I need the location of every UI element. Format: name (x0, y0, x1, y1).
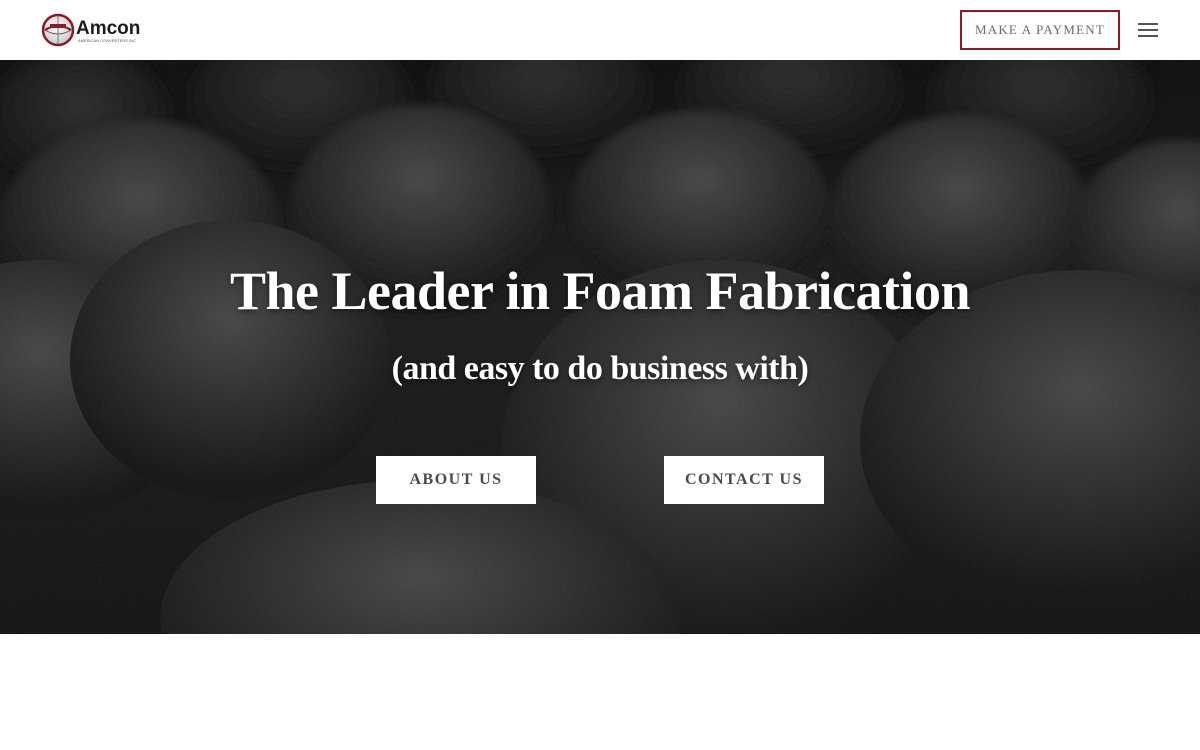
menu-bar (1138, 35, 1158, 37)
hero-section: The Leader in Foam Fabrication (and easy… (0, 60, 1200, 634)
svg-text:Amcon: Amcon (76, 18, 140, 39)
menu-bar (1138, 23, 1158, 25)
svg-text:AMERICAN CONVERTERS INC: AMERICAN CONVERTERS INC (78, 38, 136, 43)
menu-bar (1138, 29, 1158, 31)
next-section-edge (0, 740, 1200, 750)
hero-content: The Leader in Foam Fabrication (and easy… (0, 60, 1200, 634)
about-us-button[interactable]: ABOUT US (376, 456, 536, 504)
contact-us-button[interactable]: CONTACT US (664, 456, 824, 504)
hero-subtitle: (and easy to do business with) (391, 350, 809, 387)
hero-title: The Leader in Foam Fabrication (230, 261, 970, 321)
make-a-payment-button[interactable]: MAKE A PAYMENT (960, 10, 1120, 50)
hamburger-menu-icon[interactable] (1138, 18, 1162, 42)
amcon-logo[interactable]: Amcon AMERICAN CONVERTERS INC (40, 10, 152, 50)
site-header: Amcon AMERICAN CONVERTERS INC MAKE A PAY… (0, 0, 1200, 60)
